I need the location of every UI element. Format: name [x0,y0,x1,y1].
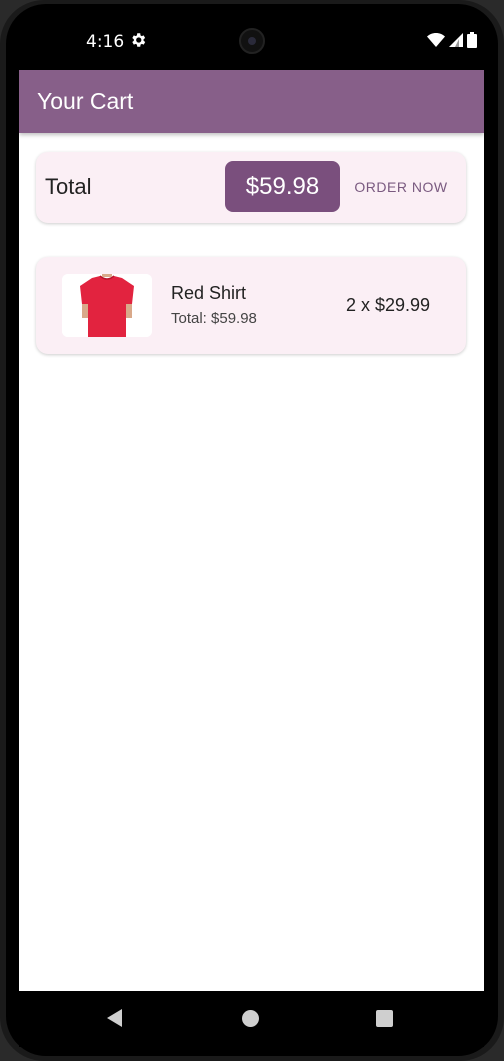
page-title: Your Cart [37,88,134,114]
total-amount-chip: $59.98 [225,161,340,212]
total-amount: $59.98 [245,172,320,200]
system-nav-bar [19,991,484,1047]
total-card: Total $59.98 ORDER NOW [36,152,466,223]
app-bar: Your Cart [19,70,484,133]
status-bar: 4:16 [19,14,485,70]
signal-icon [449,33,463,47]
order-now-button[interactable]: ORDER NOW [346,170,456,204]
red-shirt-image [62,274,152,337]
total-label: Total [45,174,92,199]
front-camera [239,28,265,54]
status-icons [427,32,477,48]
cart-item[interactable]: Red Shirt Total: $59.98 2 x $29.99 [36,257,466,354]
back-icon[interactable] [107,1009,122,1027]
item-quantity-price: 2 x $29.99 [346,295,431,315]
app-screen: Your Cart Total $59.98 ORDER NOW Red Shi [19,70,484,991]
item-name: Red Shirt [171,283,247,303]
home-icon[interactable] [242,1010,259,1027]
shirt-icon [62,274,152,337]
recents-icon[interactable] [376,1010,393,1027]
settings-gear-icon [132,33,146,47]
status-time: 4:16 [86,32,125,52]
item-subtotal: Total: $59.98 [171,310,257,327]
device-frame: 4:16 Your Cart Total $59.98 ORDER NOW Re… [0,0,504,1061]
wifi-icon [427,33,445,47]
battery-icon [467,32,477,48]
